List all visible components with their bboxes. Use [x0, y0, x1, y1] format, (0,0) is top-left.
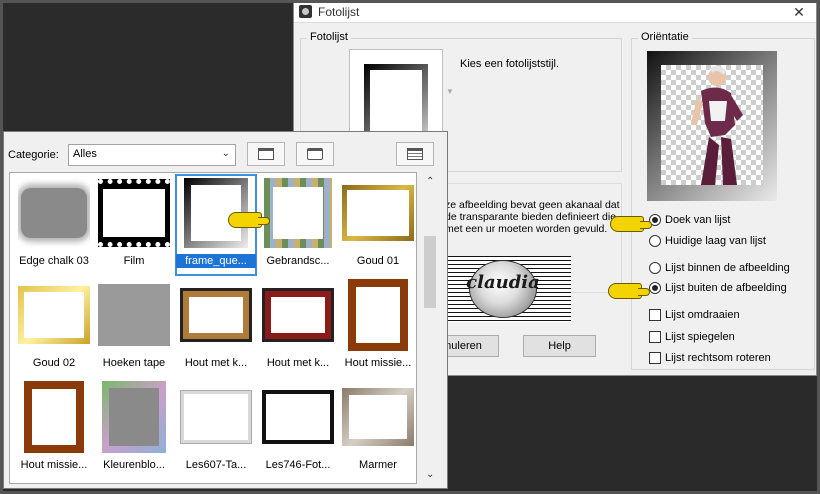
- frame-tile[interactable]: Hout missie...: [14, 379, 94, 479]
- dialog-titlebar: Fotolijst ✕: [294, 1, 816, 23]
- frame-tile-label: frame_que...: [176, 254, 256, 268]
- dialog-title: Fotolijst: [318, 5, 360, 19]
- frame-tile[interactable]: Hoeken tape: [94, 277, 174, 377]
- checkbox: [649, 331, 661, 343]
- claudia-watermark: claudia: [435, 256, 571, 322]
- frame-tile[interactable]: Gebrandsc...: [258, 175, 338, 275]
- close-icon[interactable]: ✕: [784, 2, 814, 22]
- radio-lijst-binnen[interactable]: Lijst binnen de afbeelding: [649, 262, 790, 274]
- frame-tile[interactable]: Marmer: [338, 379, 416, 479]
- alpha-channel-message: ze afbeelding bevat geen akanaal dat de …: [445, 199, 620, 235]
- radio-lijst-buiten[interactable]: Lijst buiten de afbeelding: [649, 282, 787, 294]
- radio-dot: [649, 282, 661, 294]
- frame-tile[interactable]: Hout met k...: [176, 277, 256, 377]
- checkbox-label: Lijst rechtsom roteren: [665, 352, 771, 364]
- view-details-icon[interactable]: [396, 142, 434, 166]
- radio-huidige-laag[interactable]: Huidige laag van lijst: [649, 235, 766, 247]
- fotolijst-group-label: Fotolijst: [307, 31, 351, 43]
- thumbnail-scrollbar[interactable]: ⌃ ⌄: [418, 172, 444, 484]
- radio-label: Lijst binnen de afbeelding: [665, 262, 790, 274]
- chevron-down-icon: ⌄: [221, 148, 230, 159]
- frame-tile-label: Hout met k...: [184, 357, 248, 369]
- frame-tile[interactable]: Hout missie...: [338, 277, 416, 377]
- scroll-up-icon[interactable]: ⌃: [426, 176, 434, 187]
- frame-tile-label: Les746-Fot...: [265, 459, 331, 471]
- checkbox: [649, 352, 661, 364]
- background-canvas: [3, 3, 293, 131]
- frame-tile[interactable]: Goud 01: [338, 175, 416, 275]
- radio-dot: [649, 262, 661, 274]
- dropdown-arrow-icon[interactable]: ▼: [446, 87, 454, 96]
- app-icon: [299, 5, 312, 18]
- frame-tile-label: Edge chalk 03: [19, 255, 89, 267]
- checkbox-label: Lijst spiegelen: [665, 331, 735, 343]
- checkbox: [649, 309, 661, 321]
- check-lijst-omdraaien[interactable]: Lijst omdraaien: [649, 309, 740, 321]
- frame-tile-label: Film: [123, 255, 145, 267]
- frame-tile[interactable]: Les607-Ta...: [176, 379, 256, 479]
- pointer-hand-icon: [228, 212, 270, 228]
- frame-tile-label: Hout missie...: [20, 459, 88, 471]
- scrollbar-thumb[interactable]: [424, 236, 436, 308]
- frame-tile[interactable]: Film: [94, 175, 174, 275]
- frame-tile-label: Goud 01: [356, 255, 400, 267]
- view-large-icon[interactable]: [247, 142, 285, 166]
- frame-tile[interactable]: Edge chalk 03: [14, 175, 94, 275]
- frame-tile-label: Hout met k...: [266, 357, 330, 369]
- category-value: Alles: [73, 148, 97, 160]
- frame-thumbnail-grid: Edge chalk 03 Film frame_que... Gebrands…: [9, 172, 417, 484]
- frame-tile-label: Hout missie...: [344, 357, 412, 369]
- frame-tile[interactable]: Goud 02: [14, 277, 94, 377]
- frame-tile-label: Hoeken tape: [102, 357, 166, 369]
- radio-label: Lijst buiten de afbeelding: [665, 282, 787, 294]
- checkbox-label: Lijst omdraaien: [665, 309, 740, 321]
- frame-tile-label: Goud 02: [32, 357, 76, 369]
- frame-tile-label: Marmer: [359, 459, 397, 471]
- radio-label: Huidige laag van lijst: [665, 235, 766, 247]
- view-list-icon[interactable]: [296, 142, 334, 166]
- frame-tile[interactable]: Les746-Fot...: [258, 379, 338, 479]
- radio-doek-van-lijst[interactable]: Doek van lijst: [649, 214, 730, 226]
- frame-picker-popup: Categorie: Alles ⌄ Edge chalk 03 Film fr…: [3, 131, 448, 489]
- category-label: Categorie:: [8, 149, 59, 161]
- pointer-hand-icon: [608, 283, 650, 299]
- woman-photo-icon: [691, 65, 743, 185]
- scroll-down-icon[interactable]: ⌄: [426, 469, 434, 480]
- frame-tile[interactable]: Hout met k...: [258, 277, 338, 377]
- orientation-group-label: Oriëntatie: [638, 31, 692, 43]
- check-lijst-spiegelen[interactable]: Lijst spiegelen: [649, 331, 735, 343]
- frame-tile[interactable]: Kleurenblo...: [94, 379, 174, 479]
- frame-tile-label: Les607-Ta...: [185, 459, 247, 471]
- frame-tile-label: Gebrandsc...: [266, 255, 330, 267]
- frame-tile-label: Kleurenblo...: [103, 459, 165, 471]
- watermark-text: claudia: [466, 272, 540, 293]
- pointer-hand-icon: [610, 216, 652, 232]
- transparency-checkerboard: [661, 65, 763, 185]
- radio-dot: [649, 235, 661, 247]
- help-button[interactable]: Help: [523, 335, 596, 357]
- radio-label: Doek van lijst: [665, 214, 731, 226]
- category-select[interactable]: Alles ⌄: [68, 144, 236, 166]
- orientation-preview: [647, 51, 777, 201]
- check-lijst-roteren[interactable]: Lijst rechtsom roteren: [649, 352, 771, 364]
- frame-prompt-text: Kies een fotolijststijl.: [460, 58, 560, 70]
